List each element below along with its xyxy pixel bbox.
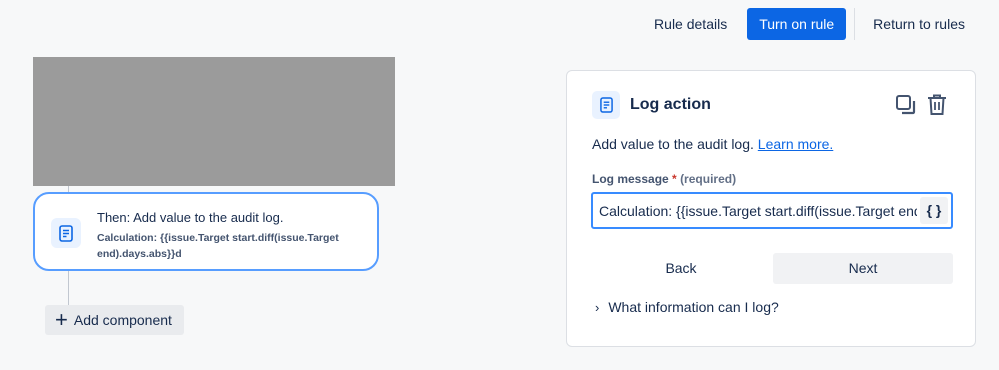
panel-title: Log action bbox=[630, 96, 711, 113]
log-action-card[interactable]: Then: Add value to the audit log. Calcul… bbox=[33, 192, 379, 271]
description-text: Add value to the audit log. bbox=[592, 136, 754, 152]
panel-description: Add value to the audit log. Learn more. bbox=[592, 136, 833, 152]
next-button[interactable]: Next bbox=[773, 253, 953, 284]
info-label: What information can I log? bbox=[608, 299, 779, 315]
log-message-input[interactable]: Calculation: {{issue.Target start.diff(i… bbox=[591, 192, 953, 229]
action-card-subtitle: Calculation: {{issue.Target start.diff(i… bbox=[97, 232, 339, 260]
flow-connector-bottom bbox=[68, 271, 69, 305]
smart-value-button[interactable]: { } bbox=[920, 197, 948, 224]
info-expander[interactable]: › What information can I log? bbox=[595, 299, 779, 315]
document-icon bbox=[592, 91, 620, 119]
chevron-right-icon: › bbox=[595, 299, 600, 315]
plus-icon: + bbox=[55, 307, 68, 332]
learn-more-link[interactable]: Learn more. bbox=[758, 136, 833, 152]
back-button[interactable]: Back bbox=[591, 253, 771, 284]
field-label-text: Log message bbox=[592, 172, 669, 186]
toolbar-divider bbox=[854, 8, 856, 40]
copy-icon[interactable] bbox=[895, 94, 917, 121]
top-toolbar: Rule details Turn on rule Return to rule… bbox=[640, 8, 979, 40]
return-to-rules-button[interactable]: Return to rules bbox=[859, 8, 979, 40]
log-action-panel: Log action Add value to the audit log. L… bbox=[566, 70, 976, 347]
add-component-button[interactable]: + Add component bbox=[45, 305, 184, 335]
log-message-value[interactable]: Calculation: {{issue.Target start.diff(i… bbox=[599, 203, 917, 219]
document-icon bbox=[51, 218, 81, 248]
trash-icon[interactable] bbox=[926, 93, 948, 122]
rule-details-button[interactable]: Rule details bbox=[640, 8, 741, 40]
add-component-label: Add component bbox=[73, 312, 172, 328]
required-text: (required) bbox=[680, 172, 737, 186]
redacted-region bbox=[33, 57, 395, 186]
turn-on-rule-button[interactable]: Turn on rule bbox=[747, 8, 847, 40]
required-marker: * bbox=[672, 172, 677, 186]
log-message-label: Log message * (required) bbox=[592, 172, 736, 186]
action-card-title: Then: Add value to the audit log. bbox=[97, 210, 284, 225]
